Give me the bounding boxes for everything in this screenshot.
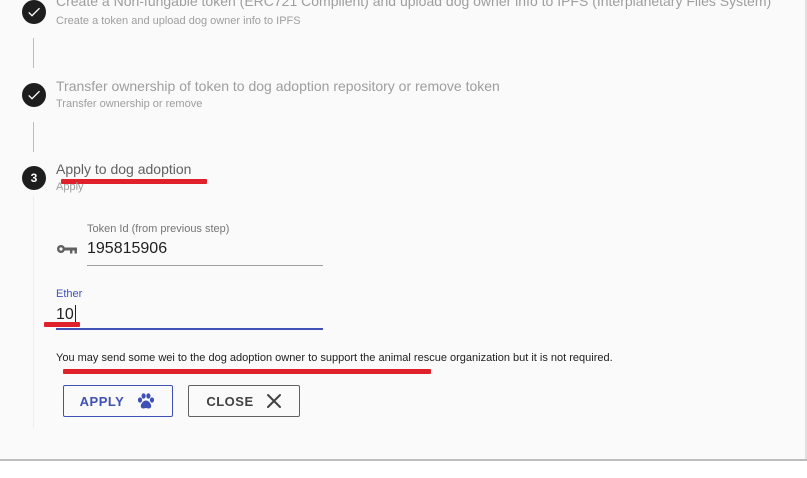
annotation-underline: [44, 322, 80, 327]
step-3-subtitle: Apply: [56, 181, 84, 193]
helper-text: You may send some wei to the dog adoptio…: [56, 352, 613, 364]
step-connector: [33, 122, 34, 152]
close-button[interactable]: CLOSE: [188, 385, 300, 417]
step-3-title[interactable]: Apply to dog adoption: [56, 161, 191, 177]
token-id-input[interactable]: 195815906: [87, 240, 167, 258]
page-background: [0, 461, 807, 478]
step-2-title[interactable]: Transfer ownership of token to dog adopt…: [56, 78, 500, 94]
step-connector: [33, 196, 34, 428]
ether-value: 10: [56, 306, 74, 323]
apply-button-label: APPLY: [79, 393, 125, 409]
step-2-check-icon[interactable]: [22, 83, 46, 107]
step-3-number-icon[interactable]: 3: [22, 166, 46, 190]
step-1-title[interactable]: Create a Non-fungable token (ERC721 Comp…: [56, 0, 771, 9]
text-caret: [74, 305, 76, 322]
step-1-subtitle: Create a token and upload dog owner info…: [56, 15, 301, 27]
step-1-check-icon[interactable]: [22, 0, 46, 24]
step-2-subtitle: Transfer ownership or remove: [56, 98, 203, 110]
close-icon: [266, 394, 281, 408]
ether-label: Ether: [56, 288, 83, 300]
token-id-label: Token Id (from previous step): [87, 223, 230, 235]
step-connector: [33, 38, 34, 68]
annotation-underline: [63, 369, 431, 374]
key-icon: [57, 245, 77, 254]
paw-icon: [138, 393, 155, 409]
token-id-underline: [87, 265, 323, 266]
close-button-label: CLOSE: [206, 393, 254, 409]
stepper-panel: Create a Non-fungable token (ERC721 Comp…: [0, 0, 807, 459]
apply-button[interactable]: APPLY: [63, 385, 173, 417]
ether-underline: [56, 328, 323, 330]
